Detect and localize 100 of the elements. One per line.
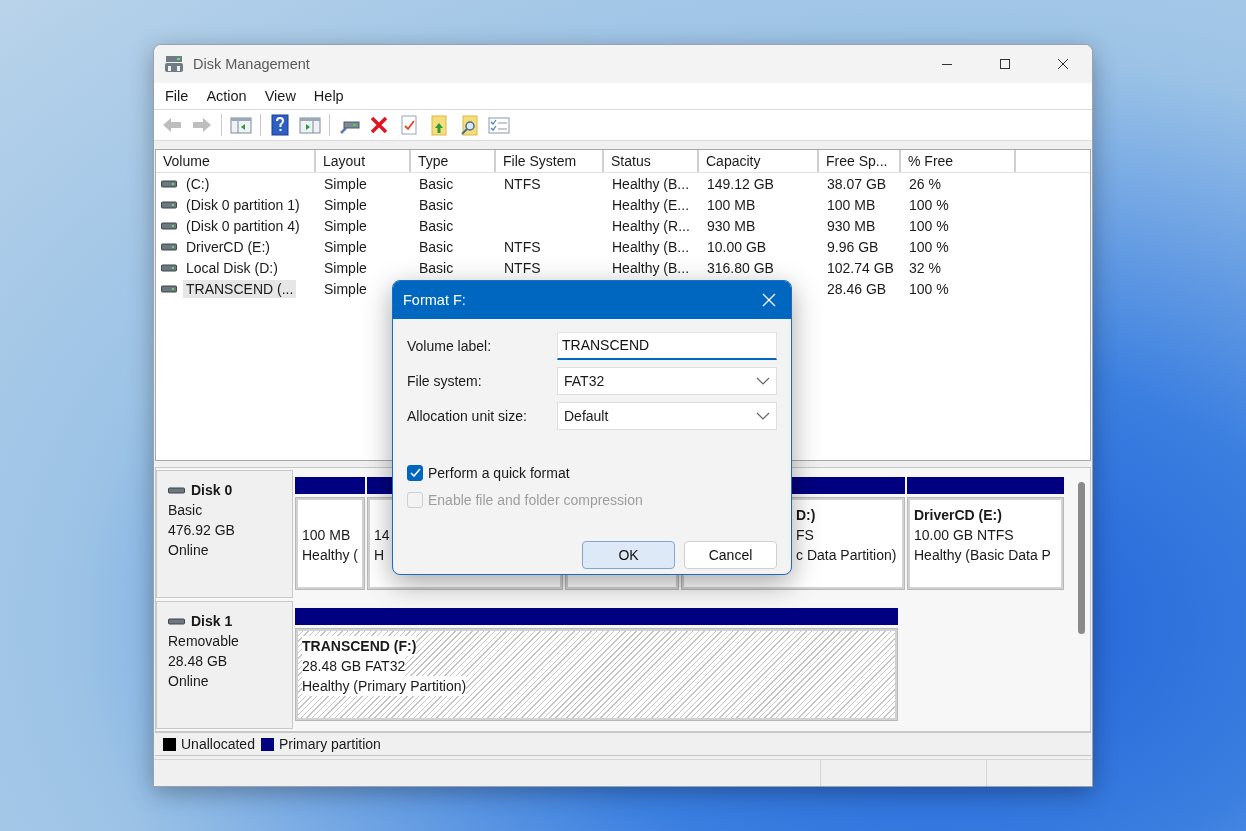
table-cell-text: 10.00 GB [706,238,768,255]
table-cell-text: 32 % [908,259,942,276]
chevron-down-icon [756,377,770,385]
table-cell-text: 28.46 GB [826,280,888,297]
disk-info-panel[interactable]: Disk 0 Basic 476.92 GB Online [156,470,293,598]
table-cell-text: 100 % [908,238,950,255]
chevron-down-icon [756,412,770,420]
dropdown[interactable]: Default [557,402,777,430]
column-header[interactable]: File System [496,150,604,172]
drive-label[interactable]: TRANSCEND (... [183,279,297,298]
help-icon[interactable] [269,114,291,136]
table-cell-text: 9.96 GB [826,238,880,255]
drive-icon [161,262,177,273]
partition-detail: 28.48 GB FAT32 [302,656,406,676]
partition-block[interactable]: 100 MB Healthy ( [295,497,365,590]
table-cell-text: NTFS [503,259,542,276]
disk-detail: Online [168,541,210,560]
field-label: File system: [407,373,483,389]
legend-label: Primary partition [278,736,381,752]
table-cell-text: 100 MB [706,196,757,213]
table-cell-text: Basic [418,175,455,192]
table-cell-text: Basic [418,259,455,276]
disk-name: Disk 0 [191,481,233,500]
partition-detail: Healthy (Primary Partition) [302,676,467,696]
table-cell-text: 38.07 GB [826,175,888,192]
input-field[interactable]: TRANSCEND [557,332,777,360]
table-cell-text: Healthy (R... [611,217,691,234]
table-cell-text: Basic [418,196,455,213]
table-cell-text: Simple [323,238,368,255]
app-icon [164,55,184,73]
checklist-icon[interactable] [488,114,510,136]
disk-detail: Removable [168,632,240,651]
drive-icon [161,199,177,210]
table-cell-text: Healthy (B... [611,175,691,192]
drive-label[interactable]: (C:) [183,174,213,193]
table-cell-text: Basic [418,217,455,234]
checklist-page-icon[interactable] [398,114,420,136]
menu-item[interactable]: Action [197,85,256,107]
checkbox[interactable] [407,464,423,481]
table-cell-text: 930 MB [826,217,877,234]
field-label: Allocation unit size: [407,408,528,424]
scrollbar-thumb[interactable] [1077,482,1085,634]
window-title: Disk Management [193,56,311,72]
table-cell-text: 316.80 GB [706,259,775,276]
dialog-button[interactable]: Cancel [684,541,777,569]
dropdown[interactable]: FAT32 [557,367,777,395]
table-cell-text: 102.74 GB [826,259,895,276]
legend-label: Unallocated [181,736,255,752]
panel-layout-icon[interactable] [230,114,252,136]
partition-bar [295,477,365,494]
column-header[interactable]: Layout [316,150,411,172]
dialog-button[interactable]: OK [582,541,675,569]
table-cell-text: Healthy (B... [611,238,691,255]
disk-detail: Basic [168,501,204,520]
table-cell-text: 100 % [908,217,950,234]
table-cell-text: Simple [323,196,368,213]
table-cell-text: 930 MB [706,217,757,234]
table-cell-text: 100 % [908,196,950,213]
table-cell-text: 100 % [908,280,950,297]
panel-layout-icon[interactable] [299,114,321,136]
column-header[interactable]: Status [604,150,699,172]
menu-item[interactable]: Help [304,85,353,107]
table-cell-text: Healthy (E... [611,196,691,213]
column-header[interactable]: % Free [901,150,1016,172]
checkbox-label[interactable]: Perform a quick format [428,464,570,481]
field-label: Volume label: [407,338,493,354]
menu-item[interactable]: View [255,85,305,107]
maximize-icon[interactable] [999,58,1011,70]
table-cell-text: Simple [323,175,368,192]
column-header[interactable]: Free Sp... [819,150,901,172]
partition-block[interactable]: TRANSCEND (F:) 28.48 GB FAT32 Healthy (Primary Partition) [295,628,898,721]
disk-detail: 476.92 GB [168,521,236,540]
partition-block[interactable]: DriverCD (E:) 10.00 GB NTFS Healthy (Basic Data P [907,497,1064,590]
dialog-title: Format F: [403,292,467,308]
column-header[interactable]: Volume [156,150,316,172]
delete-icon[interactable] [368,114,390,136]
column-header[interactable]: Type [411,150,496,172]
table-cell-text: 26 % [908,175,942,192]
check-icon [409,468,421,477]
column-header[interactable]: Capacity [699,150,819,172]
table-cell-text: Simple [323,259,368,276]
disk-name: Disk 1 [191,612,233,631]
drive-label[interactable]: DriverCD (E:) [183,237,273,256]
table-cell-text: Healthy (B... [611,259,691,276]
partition-name: TRANSCEND (F:) [302,636,417,656]
table-cell-text: Simple [323,280,368,297]
table-cell-text: Simple [323,217,368,234]
menu-item[interactable]: File [156,85,198,107]
table-cell-text: 100 MB [826,196,877,213]
drive-icon [161,283,177,294]
close-icon[interactable] [1057,58,1069,70]
disk-info-panel[interactable]: Disk 1 Removable 28.48 GB Online [156,601,293,729]
disk-detail: 28.48 GB [168,652,229,671]
table-cell-text: Basic [418,238,455,255]
drive-label[interactable]: (Disk 0 partition 1) [183,195,303,214]
table-cell-text: 149.12 GB [706,175,775,192]
drive-label[interactable]: (Disk 0 partition 4) [183,216,303,235]
drive-icon [161,220,177,231]
disk-detail: Online [168,672,210,691]
drive-label[interactable]: Local Disk (D:) [183,258,281,277]
